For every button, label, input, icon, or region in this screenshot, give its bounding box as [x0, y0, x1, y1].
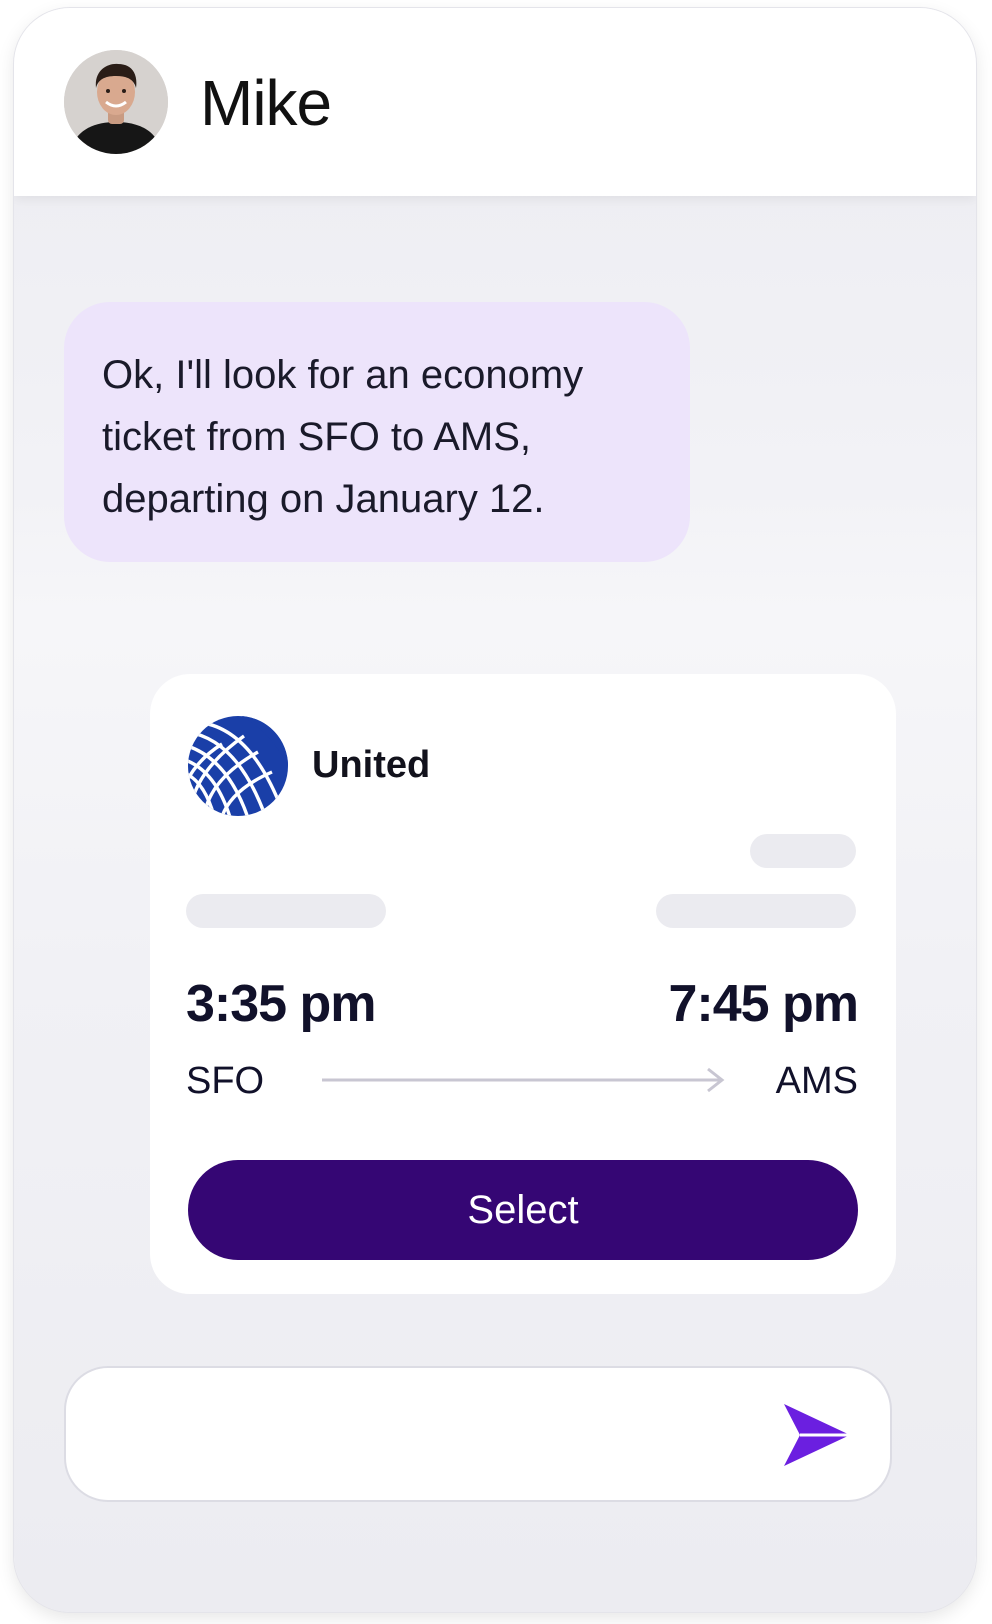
united-globe-logo-icon	[188, 716, 289, 816]
arrival-airport: AMS	[775, 1060, 858, 1102]
airline-name: United	[312, 744, 431, 786]
message-composer	[64, 1366, 892, 1502]
contact-avatar[interactable]	[64, 50, 168, 154]
send-icon	[784, 1404, 850, 1466]
select-flight-button[interactable]: Select	[188, 1160, 858, 1260]
arrival-time: 7:45 pm	[668, 975, 859, 1033]
flight-card: United 3:35 pm 7:45 pm SFO AMS Select	[150, 674, 896, 1294]
chat-header: Mike	[14, 8, 976, 196]
message-line: ticket from SFO to AMS,	[102, 415, 531, 459]
placeholder-bar	[656, 894, 856, 928]
route-arrow-icon	[322, 1067, 725, 1093]
departure-time: 3:35 pm	[186, 975, 377, 1033]
departure-airport: SFO	[186, 1060, 265, 1102]
send-button[interactable]	[780, 1400, 854, 1470]
placeholder-bar	[750, 834, 856, 868]
message-bubble: Ok, I'll look for an economy ticket from…	[64, 302, 690, 562]
person-avatar-icon	[64, 50, 168, 154]
message-input[interactable]	[100, 1404, 760, 1464]
message-line: departing on January 12.	[102, 477, 545, 521]
message-line: Ok, I'll look for an economy	[102, 353, 584, 397]
contact-name: Mike	[200, 67, 332, 139]
placeholder-bar	[186, 894, 386, 928]
chat-window: Mike Ok, I'll look for an economy ticket…	[14, 8, 976, 1612]
